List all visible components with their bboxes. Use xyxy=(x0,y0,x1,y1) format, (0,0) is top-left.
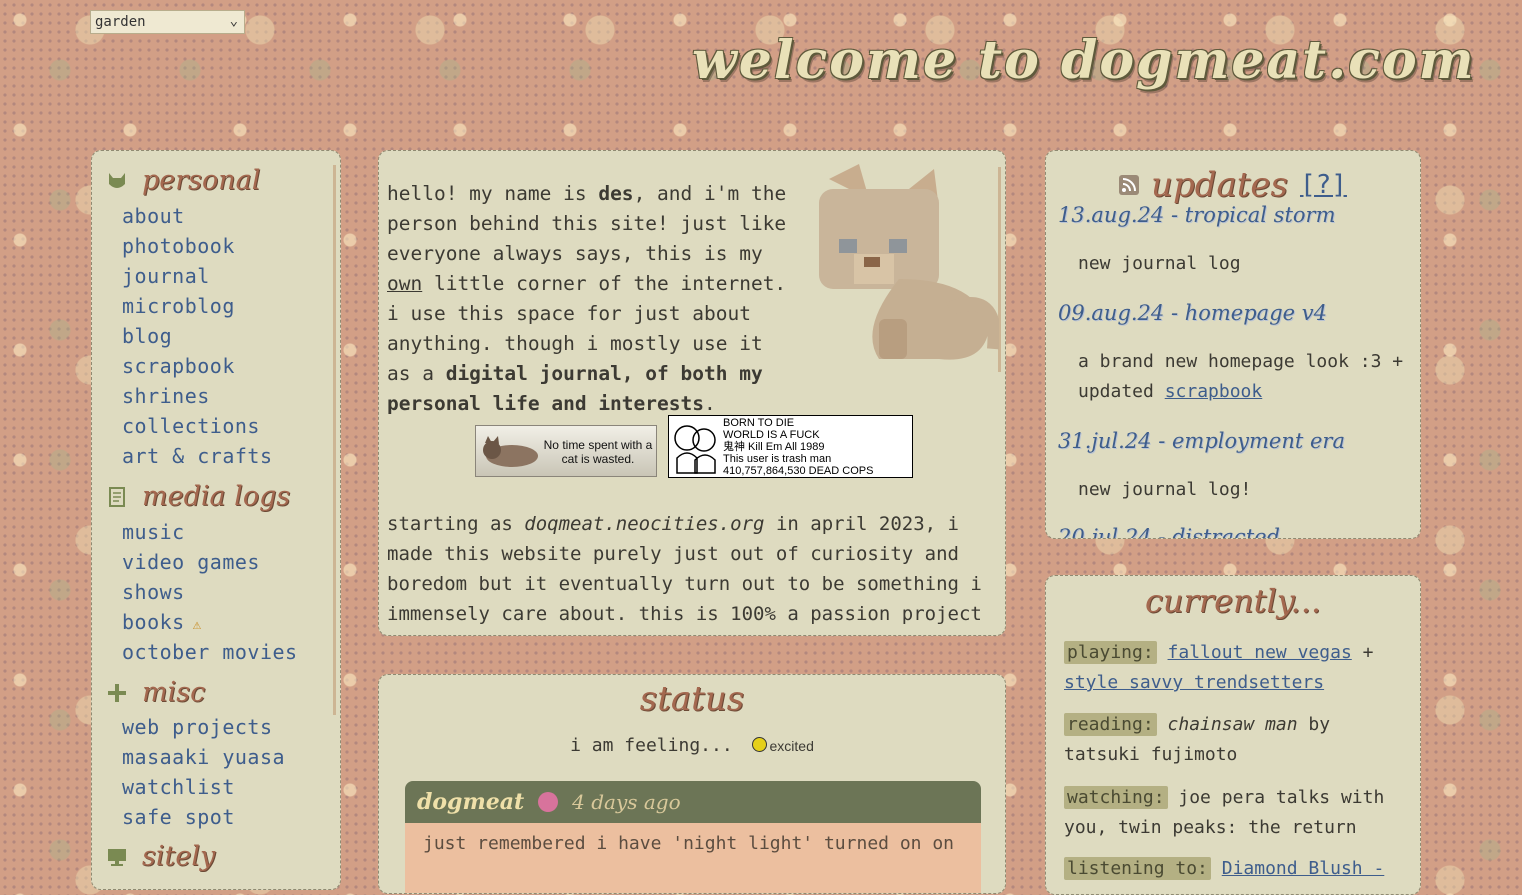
intro-text-part: hello! my name is xyxy=(387,182,599,205)
update-entry-text: new journal log xyxy=(1078,253,1241,274)
stamp-line: BORN TO DIE xyxy=(723,417,795,429)
section-misc: misc xyxy=(106,677,205,708)
computer-icon xyxy=(106,846,128,868)
status-panel: status i am feeling... excited dogmeat 4… xyxy=(378,674,1006,894)
listening-link[interactable]: Diamond Blush - xyxy=(1222,858,1385,879)
updates-header: updates [?] xyxy=(1046,165,1420,205)
emoji-icon xyxy=(538,792,559,812)
sidebar-scrollbar[interactable] xyxy=(333,165,336,715)
section-label: misc xyxy=(142,677,206,708)
status-post-body: just remembered i have 'night light' tur… xyxy=(405,823,981,893)
nav-watchlist[interactable]: watchlist xyxy=(122,775,235,799)
cat-icon xyxy=(106,170,128,192)
wolf-plush-image xyxy=(799,159,1002,369)
style-savvy-link[interactable]: style savvy trendsetters xyxy=(1064,672,1324,693)
section-label: personal xyxy=(142,165,261,196)
nav-books[interactable]: books xyxy=(122,610,185,634)
update-entry-text: a brand new homepage look :3 + updated s… xyxy=(1078,347,1408,407)
cat-stamp-text: No time spent with a cat is wasted. xyxy=(543,438,653,466)
watching-tag: watching: xyxy=(1064,786,1168,809)
status-title: status xyxy=(639,679,745,719)
born-to-die-text: BORN TO DIE WORLD IS A FUCK 鬼神 Kill Em A… xyxy=(723,417,873,477)
currently-title: currently... xyxy=(1144,582,1322,620)
section-media-logs: media logs xyxy=(106,481,290,512)
feeling-line: i am feeling... excited xyxy=(379,735,1005,756)
section-sitely: sitely xyxy=(106,841,215,872)
update-entry-heading: 09.aug.24 - homepage v4 xyxy=(1058,301,1327,325)
nav-journal[interactable]: journal xyxy=(122,264,210,288)
section-label: media logs xyxy=(142,481,291,512)
intro-panel: hello! my name is des, and i'm the perso… xyxy=(378,150,1006,636)
nav-collections[interactable]: collections xyxy=(122,414,260,438)
update-entry-heading: 20.jul.24 - distracted xyxy=(1058,525,1280,539)
stamp-line: 410,757,864,530 DEAD COPS xyxy=(723,465,874,477)
currently-panel: currently... playing: fallout new vegas … xyxy=(1045,575,1421,895)
born-to-die-stamp: BORN TO DIE WORLD IS A FUCK 鬼神 Kill Em A… xyxy=(668,415,913,478)
stamp-line: 鬼神 Kill Em All 1989 xyxy=(723,441,825,453)
author-name: des xyxy=(598,182,634,205)
stamp-line: WORLD IS A FUCK xyxy=(723,429,820,441)
updates-panel: updates [?] 13.aug.24 - tropical storm n… xyxy=(1045,150,1421,539)
updates-title: updates xyxy=(1151,165,1288,205)
nav-about[interactable]: about xyxy=(122,204,185,228)
rss-icon[interactable] xyxy=(1119,175,1140,195)
nav-scrapbook[interactable]: scrapbook xyxy=(122,354,235,378)
nav-photobook[interactable]: photobook xyxy=(122,234,235,258)
update-entry-text: new journal log! xyxy=(1078,479,1252,500)
intro-text: hello! my name is des, and i'm the perso… xyxy=(387,179,787,419)
cat-stamp: No time spent with a cat is wasted. xyxy=(475,425,657,477)
plus-icon xyxy=(106,682,128,704)
nav-shrines[interactable]: shrines xyxy=(122,384,210,408)
warning-icon: ⚠ xyxy=(192,617,202,633)
site-title: welcome to dogmeat.com xyxy=(692,30,1476,91)
post-timestamp: 4 days ago xyxy=(572,790,681,814)
nav-microblog[interactable]: microblog xyxy=(122,294,235,318)
nav-masaaki-yuasa[interactable]: masaaki yuasa xyxy=(122,745,285,769)
outro-text: starting as doqmeat.neocities.org in apr… xyxy=(387,509,1001,635)
listening-tag: listening to: xyxy=(1064,857,1211,880)
currently-watching: watching: joe pera talks with you, twin … xyxy=(1064,783,1404,843)
theme-select-value: garden xyxy=(95,14,146,30)
theme-select[interactable]: garden ⌄ xyxy=(90,10,245,34)
section-label: sitely xyxy=(142,841,216,872)
nav-video-games[interactable]: video games xyxy=(122,550,260,574)
nav-web-projects[interactable]: web projects xyxy=(122,715,273,739)
nav-shows[interactable]: shows xyxy=(122,580,185,604)
update-entry-heading: 31.jul.24 - employment era xyxy=(1058,429,1345,453)
intro-text-part: . xyxy=(703,392,716,415)
reading-title: chainsaw man xyxy=(1167,714,1298,735)
playing-separator: + xyxy=(1351,642,1374,663)
chevron-down-icon: ⌄ xyxy=(229,13,238,29)
scrapbook-link[interactable]: scrapbook xyxy=(1165,381,1263,402)
currently-reading: reading: chainsaw man by tatsuki fujimot… xyxy=(1064,710,1404,770)
nav-art-crafts[interactable]: art & crafts xyxy=(122,444,273,468)
currently-listening: listening to: Diamond Blush - xyxy=(1064,854,1404,884)
updates-help-link[interactable]: [?] xyxy=(1300,170,1347,200)
nav-music[interactable]: music xyxy=(122,520,185,544)
excited-face-icon xyxy=(751,737,767,752)
nav-october-movies[interactable]: october movies xyxy=(122,640,298,664)
own-link[interactable]: own xyxy=(387,272,422,295)
playing-tag: playing: xyxy=(1064,641,1157,664)
update-entry-heading: 13.aug.24 - tropical storm xyxy=(1058,203,1336,227)
mood-badge: excited xyxy=(751,737,814,754)
feeling-label: i am feeling... xyxy=(570,735,733,756)
fallout-link[interactable]: fallout new vegas xyxy=(1168,642,1352,663)
mood-text: excited xyxy=(769,738,814,754)
nav-blog[interactable]: blog xyxy=(122,324,172,348)
notepad-icon xyxy=(106,486,128,508)
reading-tag: reading: xyxy=(1064,713,1157,736)
section-personal: personal xyxy=(106,165,260,196)
nav-safe-spot[interactable]: safe spot xyxy=(122,805,235,829)
outro-text-part: starting as xyxy=(387,513,525,535)
nav-books-row: books ⚠ xyxy=(122,610,202,634)
stamp-line: This user is trash man xyxy=(723,453,832,465)
currently-playing: playing: fallout new vegas + style savvy… xyxy=(1064,638,1404,698)
domain-name: doqmeat.neocities.org xyxy=(524,513,765,535)
post-username[interactable]: dogmeat xyxy=(417,789,524,815)
sidebar-nav: personal about photobook journal microbl… xyxy=(91,150,341,890)
status-post-header: dogmeat 4 days ago xyxy=(405,781,981,823)
